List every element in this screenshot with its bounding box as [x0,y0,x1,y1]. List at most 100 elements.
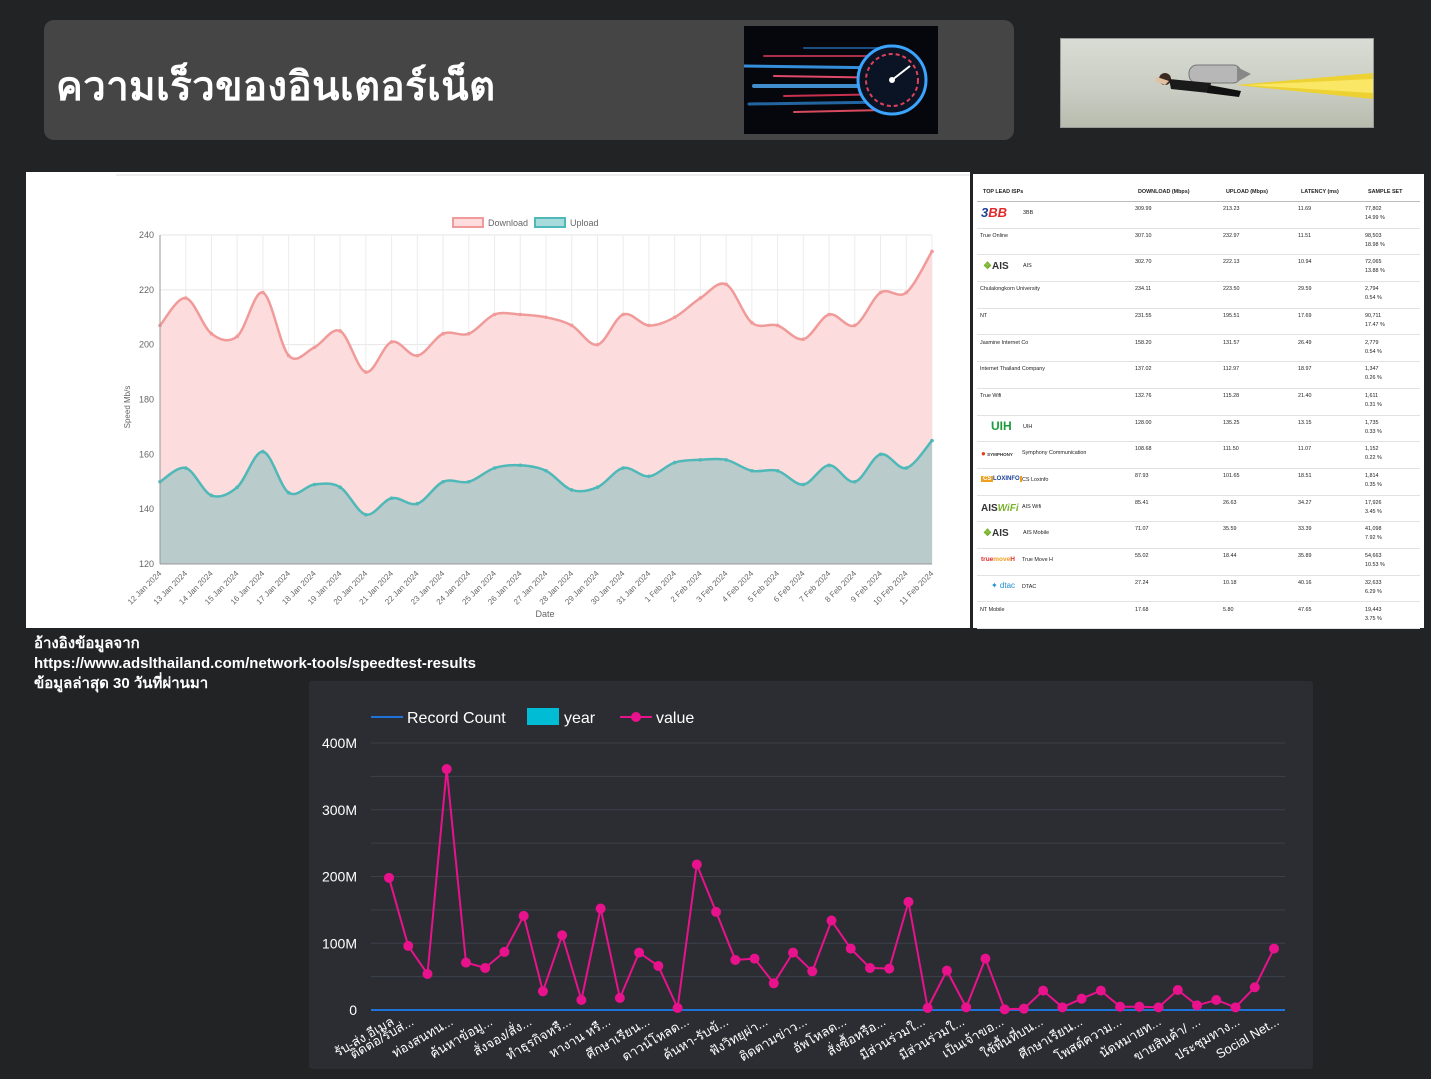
data-point[interactable] [647,474,651,479]
isp-table-row[interactable]: ✦ dtac DTAC 27.24 10.18 40.16 32,633 6.29 % [977,575,1420,603]
data-point[interactable] [499,946,510,957]
data-point[interactable] [724,282,728,287]
data-point[interactable] [389,496,394,501]
isp-table-row[interactable]: Jasmine Internet Co 158.20 131.57 26.49 2,77… [977,335,1420,363]
data-point[interactable] [827,312,831,317]
data-point[interactable] [807,966,818,977]
data-point[interactable] [1115,1001,1126,1012]
data-point[interactable] [922,1002,933,1013]
data-point[interactable] [261,290,265,295]
data-point[interactable] [1038,985,1049,996]
data-point[interactable] [480,962,491,973]
data-point[interactable] [1230,1002,1241,1013]
isp-table-row[interactable]: 3BB 3BB 309.99 213.23 11.69 77,802 14.99 % [977,201,1420,229]
data-point[interactable] [672,460,677,465]
data-point[interactable] [422,968,433,979]
data-point[interactable] [750,468,754,473]
usage-legend[interactable]: Record Count year value [371,708,694,727]
isp-table-row[interactable]: ❖AIS AIS Mobile 71.07 35.59 33.39 41,098 7.92 … [977,521,1420,550]
data-point[interactable] [544,468,548,473]
data-point[interactable] [569,323,574,328]
header-download[interactable]: DOWNLOAD (Mbps) [1138,189,1190,195]
data-point[interactable] [647,323,651,328]
data-point[interactable] [853,479,857,484]
data-point[interactable] [235,485,239,490]
isp-table-row[interactable]: True Online 307.10 232.97 11.51 98,503 18.98 … [977,228,1420,256]
data-point[interactable] [775,323,780,328]
data-point[interactable] [183,296,188,300]
data-point[interactable] [999,1004,1010,1015]
data-point[interactable] [1153,1002,1164,1013]
data-point[interactable] [775,468,780,473]
data-point[interactable] [235,334,239,339]
header-sample[interactable]: SAMPLE SET [1368,189,1402,195]
data-point[interactable] [941,965,952,976]
isp-table-row[interactable]: Internet Thailand Company 137.02 112.97 18.… [977,361,1420,389]
data-point[interactable] [576,994,587,1005]
data-point[interactable] [904,290,909,295]
reference-url[interactable]: https://www.adslthailand.com/network-too… [34,654,476,674]
isp-table-row[interactable]: CS LOXINFO CS Loxinfo 87.93 101.65 18.51 1,81… [977,468,1420,496]
data-point[interactable] [864,962,875,973]
data-point[interactable] [518,910,529,921]
chart-legend[interactable]: Download Upload [452,217,599,228]
data-point[interactable] [403,940,414,951]
data-point[interactable] [595,903,606,914]
data-point[interactable] [614,992,625,1003]
isp-table-row[interactable]: UIH UIH 128.00 135.25 13.15 1,735 0.33 % [977,415,1420,443]
isp-table-row[interactable]: Chulalongkorn University 234.11 223.50 29.5… [977,281,1420,309]
data-point[interactable] [930,249,934,254]
data-point[interactable] [518,463,523,468]
data-point[interactable] [801,337,806,341]
data-point[interactable] [1211,994,1222,1005]
data-point[interactable] [749,953,760,964]
data-point[interactable] [621,466,625,470]
data-point[interactable] [653,960,664,971]
isp-table-row[interactable]: NT 231.55 195.51 17.69 90,711 17.47 % [977,308,1420,336]
data-point[interactable] [364,512,368,517]
data-point[interactable] [930,438,934,443]
data-point[interactable] [961,1002,972,1013]
data-point[interactable] [903,896,914,907]
data-point[interactable] [826,915,837,926]
data-point[interactable] [338,485,342,490]
data-point[interactable] [384,872,394,883]
data-point[interactable] [827,463,831,468]
data-point[interactable] [1192,1000,1203,1011]
isp-table-row[interactable]: ❖AIS AIS 302.70 222.13 10.94 72,065 13.88 % [977,254,1420,283]
data-point[interactable] [261,449,265,454]
data-point[interactable] [441,331,445,336]
data-point[interactable] [389,340,394,344]
data-point[interactable] [312,482,317,487]
data-point[interactable] [1269,943,1279,954]
isp-table-row[interactable]: AISWiFi AIS Wifi 85.41 26.63 34.27 17,926 3.45… [977,495,1420,523]
data-point[interactable] [1172,984,1183,995]
data-point[interactable] [415,501,420,506]
isp-table-row[interactable]: NT Mobile 17.68 5.80 47.65 19,443 3.75 % [977,602,1420,630]
isp-table-row[interactable]: ● SYMPHONY Symphony Communication 108.68 11… [977,441,1420,469]
header-upload[interactable]: UPLOAD (Mbps) [1226,189,1268,195]
data-point[interactable] [595,485,600,490]
data-point[interactable] [691,859,702,870]
data-point[interactable] [845,943,856,954]
isp-table-row[interactable]: True Wifi 132.76 115.28 21.40 1,611 0.31 % [977,388,1420,416]
data-point[interactable] [724,458,728,462]
data-point[interactable] [492,466,497,470]
data-point[interactable] [730,954,741,965]
data-point[interactable] [801,482,806,487]
data-point[interactable] [595,342,600,347]
data-point[interactable] [209,331,214,336]
data-point[interactable] [1057,1002,1068,1013]
data-point[interactable] [1018,1003,1029,1014]
data-point[interactable] [672,1002,683,1013]
data-point[interactable] [557,930,568,941]
data-point[interactable] [878,452,883,457]
data-point[interactable] [1249,982,1260,993]
data-point[interactable] [788,947,799,958]
data-point[interactable] [460,957,471,968]
header-latency[interactable]: LATENCY (ms) [1301,189,1339,195]
data-point[interactable] [1134,1001,1145,1012]
data-point[interactable] [569,488,574,492]
data-point[interactable] [492,312,497,317]
data-point[interactable] [467,331,471,336]
